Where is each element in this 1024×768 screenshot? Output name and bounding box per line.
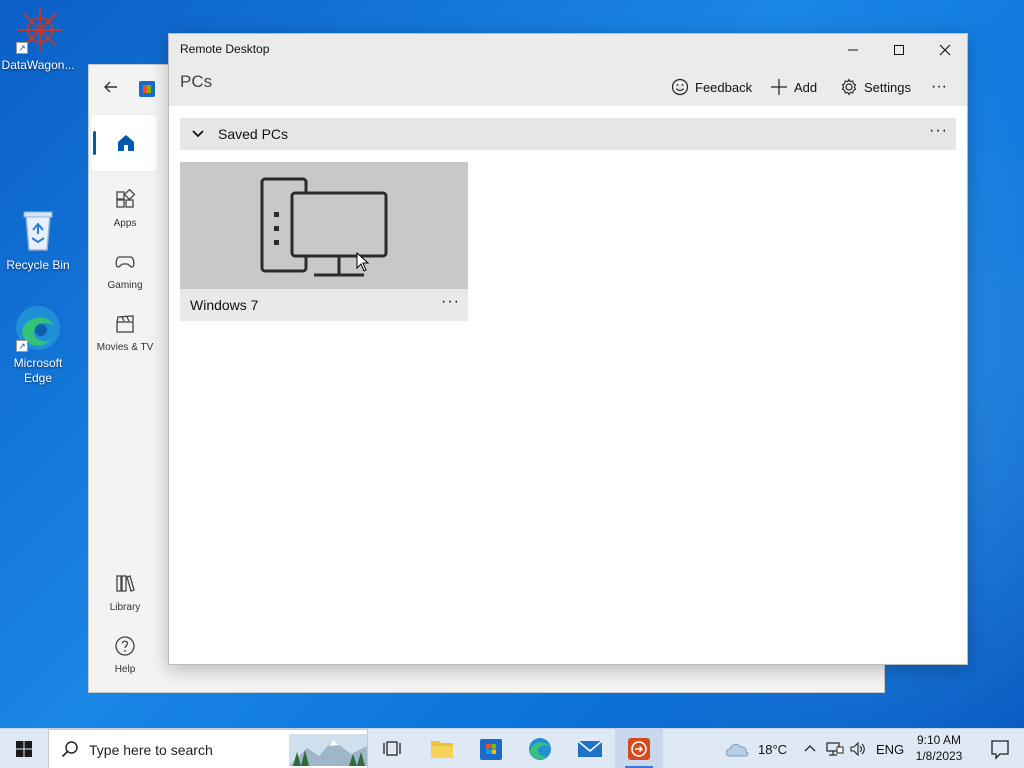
pc-thumbnail [180, 162, 468, 289]
clock-date: 1/8/2023 [915, 749, 963, 763]
pc-tile[interactable]: Windows 7 ··· [180, 162, 468, 321]
cloud-icon [725, 744, 749, 757]
language-indicator[interactable]: ENG [876, 729, 904, 768]
taskbar-search-box[interactable]: Type here to search [48, 729, 368, 768]
show-hidden-icons-button[interactable] [803, 729, 817, 768]
network-icon [826, 742, 844, 756]
clapperboard-icon [116, 315, 134, 333]
nav-label: Library [109, 602, 141, 613]
title-bar[interactable]: Remote Desktop [169, 34, 967, 66]
nav-gaming[interactable]: Gaming [89, 251, 161, 291]
apps-icon [116, 188, 136, 208]
nav-help[interactable]: Help [89, 635, 161, 675]
folder-icon [431, 741, 453, 758]
mouse-cursor-icon [356, 252, 370, 272]
shortcut-arrow-icon: ↗ [16, 42, 28, 54]
notification-center-button[interactable] [976, 729, 1024, 768]
taskbar-store[interactable] [467, 729, 515, 768]
nav-label: Movies & TV [96, 342, 154, 353]
taskbar-file-explorer[interactable] [418, 729, 466, 768]
desktop-computer-icon [260, 177, 388, 277]
nav-home[interactable] [91, 115, 157, 171]
search-placeholder: Type here to search [89, 742, 213, 758]
search-icon [61, 741, 78, 758]
language-label: ENG [876, 741, 905, 757]
group-more-button[interactable]: ··· [929, 122, 948, 140]
page-title: PCs [180, 72, 213, 91]
desktop-icon-recycle-bin[interactable]: Recycle Bin [0, 206, 76, 273]
settings-label: Settings [864, 79, 911, 95]
pc-more-button[interactable]: ··· [441, 293, 460, 311]
plus-icon [771, 79, 787, 95]
chevron-down-icon[interactable] [190, 126, 206, 142]
help-icon [115, 636, 135, 656]
nav-label: Help [114, 664, 136, 675]
store-icon [480, 739, 502, 760]
datawagon-icon: ↗ [14, 6, 62, 54]
more-icon: ··· [931, 78, 947, 95]
nav-apps[interactable]: Apps [89, 188, 161, 229]
shortcut-arrow-icon: ↗ [16, 340, 28, 352]
group-label: Saved PCs [218, 126, 289, 142]
taskbar-clock[interactable]: 9:10 AM 1/8/2023 [906, 732, 972, 764]
smiley-icon [671, 78, 689, 96]
saved-pcs-group-header[interactable]: Saved PCs ··· [180, 118, 956, 150]
start-button[interactable] [0, 729, 48, 768]
volume-button[interactable] [849, 729, 867, 768]
edge-icon [529, 738, 551, 760]
desktop-icon-label: DataWagon... [1, 58, 75, 72]
command-bar: PCs Feedback Add Settings ··· [169, 66, 967, 106]
add-button[interactable]: Add [770, 76, 817, 98]
taskbar-remote-desktop[interactable] [615, 729, 663, 768]
nav-movies-tv[interactable]: Movies & TV [89, 313, 161, 353]
chevron-up-icon [804, 745, 816, 752]
nav-label: Gaming [107, 280, 143, 291]
desktop-icon-label: Recycle Bin [6, 258, 70, 272]
remote-desktop-icon [628, 738, 650, 760]
task-view-icon [383, 741, 401, 756]
mail-icon [577, 740, 603, 757]
recycle-bin-icon [14, 206, 62, 254]
windows-logo-icon [16, 741, 32, 757]
feedback-button[interactable]: Feedback [671, 76, 752, 98]
home-icon [118, 135, 134, 151]
task-view-button[interactable] [368, 729, 416, 768]
more-options-button[interactable]: ··· [931, 76, 947, 98]
desktop-icon-edge[interactable]: ↗ Microsoft Edge [0, 304, 76, 386]
library-icon [116, 575, 135, 592]
remote-desktop-window: Remote Desktop PCs Feedback Add Settings… [168, 33, 968, 665]
gear-icon [841, 78, 857, 96]
taskbar: Type here to search 18°C ENG 9:10 AM 1/8… [0, 728, 1024, 768]
search-highlight-image [289, 734, 367, 766]
clock-time: 9:10 AM [916, 733, 962, 747]
gamepad-icon [115, 256, 135, 268]
maximize-button[interactable] [876, 34, 922, 66]
add-label: Add [794, 79, 818, 95]
weather-temp: 18°C [758, 741, 788, 757]
pcs-content: Saved PCs ··· Windows 7 ··· [169, 106, 967, 664]
taskbar-mail[interactable] [566, 729, 614, 768]
close-button[interactable] [922, 34, 968, 66]
taskbar-edge[interactable] [516, 729, 564, 768]
feedback-label: Feedback [695, 79, 753, 95]
store-nav-rail: Apps Gaming Movies & TV Library Help [89, 65, 163, 692]
network-button[interactable] [826, 729, 844, 768]
store-logo-icon [139, 81, 155, 97]
desktop-icon-datawagon[interactable]: ↗ DataWagon... [0, 6, 76, 73]
minimize-button[interactable] [830, 34, 876, 66]
nav-label: Apps [113, 218, 137, 229]
weather-widget[interactable]: 18°C [724, 729, 787, 768]
speaker-icon [850, 741, 865, 757]
selection-indicator [93, 131, 96, 155]
back-arrow-icon[interactable] [103, 79, 119, 100]
pc-name: Windows 7 [190, 297, 259, 313]
nav-library[interactable]: Library [89, 573, 161, 613]
desktop-icon-label: Microsoft Edge [13, 356, 63, 385]
edge-icon: ↗ [14, 304, 62, 352]
notification-icon [991, 740, 1009, 760]
settings-button[interactable]: Settings [840, 76, 911, 98]
window-title: Remote Desktop [180, 42, 270, 56]
